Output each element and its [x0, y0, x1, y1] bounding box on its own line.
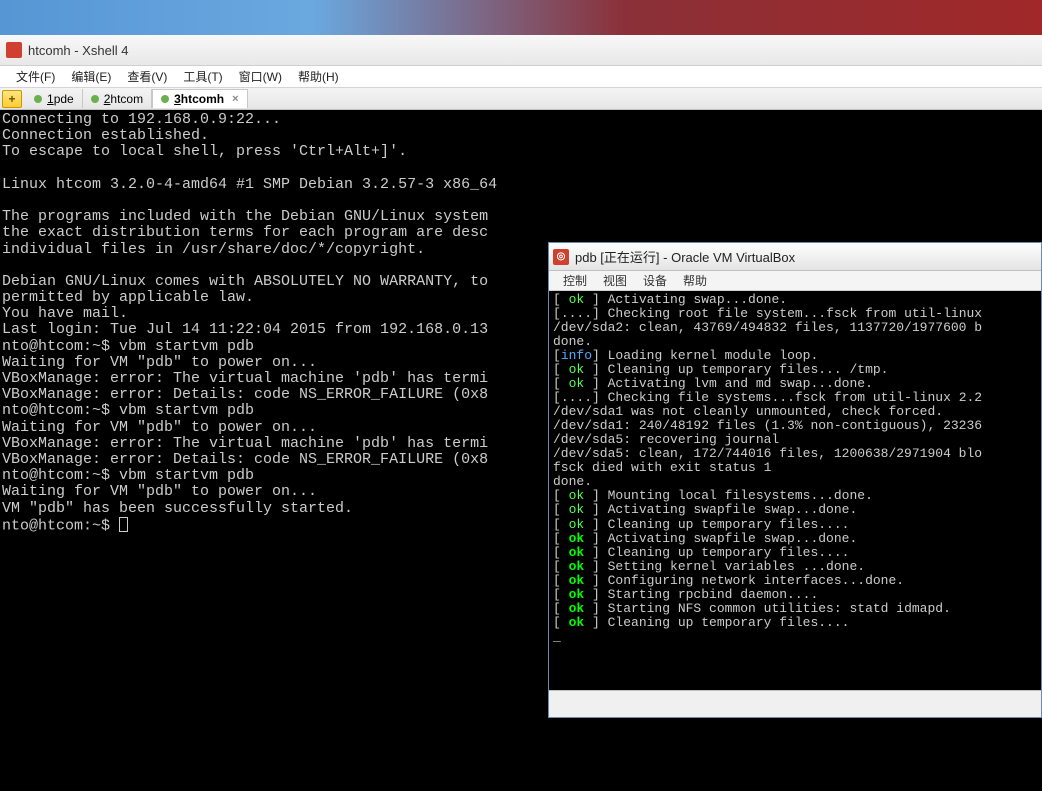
xshell-tabbar: + 1 pde2 htcom3 htcomh×	[0, 88, 1042, 110]
menu-item[interactable]: 编辑(E)	[63, 66, 119, 87]
menu-item[interactable]: 帮助	[675, 271, 715, 290]
session-tab-pde[interactable]: 1 pde	[26, 89, 83, 108]
status-dot-icon	[34, 95, 42, 103]
new-tab-button[interactable]: +	[2, 90, 22, 108]
xshell-titlebar[interactable]: htcomh - Xshell 4	[0, 35, 1042, 66]
menu-item[interactable]: 设备	[635, 271, 675, 290]
virtualbox-console[interactable]: [ ok ] Activating swap...done.[....] Che…	[549, 291, 1041, 690]
virtualbox-menubar: 控制视图设备帮助	[549, 271, 1041, 291]
virtualbox-titlebar[interactable]: ◎ pdb [正在运行] - Oracle VM VirtualBox	[549, 243, 1041, 271]
virtualbox-app-icon: ◎	[553, 249, 569, 265]
desktop-background	[0, 0, 1042, 35]
menu-item[interactable]: 视图	[595, 271, 635, 290]
menu-item[interactable]: 控制	[555, 271, 595, 290]
xshell-menubar: 文件(F)编辑(E)查看(V)工具(T)窗口(W)帮助(H)	[0, 66, 1042, 88]
status-dot-icon	[91, 95, 99, 103]
virtualbox-title: pdb [正在运行] - Oracle VM VirtualBox	[575, 247, 795, 266]
terminal-cursor	[119, 517, 128, 532]
virtualbox-statusbar	[549, 690, 1041, 715]
session-tab-htcomh[interactable]: 3 htcomh×	[152, 89, 247, 108]
xshell-app-icon	[6, 42, 22, 58]
menu-item[interactable]: 工具(T)	[175, 66, 230, 87]
console-cursor: _	[553, 630, 1037, 644]
virtualbox-window: ◎ pdb [正在运行] - Oracle VM VirtualBox 控制视图…	[548, 242, 1042, 718]
menu-item[interactable]: 查看(V)	[119, 66, 175, 87]
close-tab-icon[interactable]: ×	[232, 93, 238, 105]
menu-item[interactable]: 文件(F)	[8, 66, 63, 87]
menu-item[interactable]: 帮助(H)	[290, 66, 347, 87]
xshell-title: htcomh - Xshell 4	[28, 43, 128, 58]
menu-item[interactable]: 窗口(W)	[231, 66, 290, 87]
session-tab-htcom[interactable]: 2 htcom	[83, 89, 152, 108]
status-dot-icon	[161, 95, 169, 103]
